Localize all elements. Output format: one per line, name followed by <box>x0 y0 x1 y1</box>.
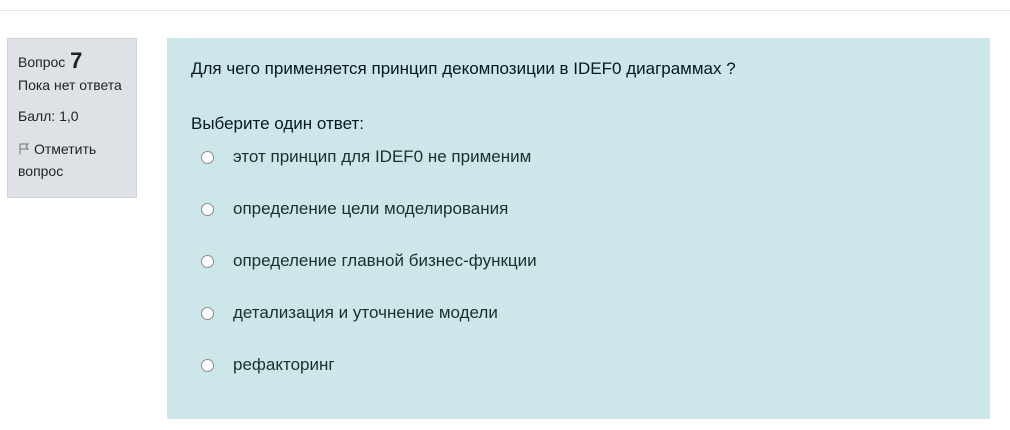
answer-label[interactable]: детализация и уточнение модели <box>233 302 498 324</box>
answer-label[interactable]: определение главной бизнес-функции <box>233 250 537 272</box>
answer-option[interactable]: определение цели моделирования <box>201 196 537 222</box>
answer-label[interactable]: рефакторинг <box>233 354 335 376</box>
question-content: Для чего применяется принцип декомпозици… <box>167 38 990 419</box>
quiz-page: Вопрос 7 Пока нет ответа Балл: 1,0 Отмет… <box>0 0 1010 430</box>
answer-radio[interactable] <box>201 254 214 268</box>
answer-list: этот принцип для IDEF0 не применим опред… <box>201 144 537 404</box>
answer-label[interactable]: определение цели моделирования <box>233 198 508 220</box>
question-label: Вопрос <box>18 54 66 70</box>
answer-option[interactable]: определение главной бизнес-функции <box>201 248 537 274</box>
flag-icon <box>19 143 30 155</box>
answer-radio[interactable] <box>201 202 214 216</box>
answer-prompt: Выберите один ответ: <box>191 114 364 133</box>
answer-option[interactable]: рефакторинг <box>201 352 537 378</box>
answer-label[interactable]: этот принцип для IDEF0 не применим <box>233 146 531 168</box>
answer-radio[interactable] <box>201 306 214 320</box>
question-number: 7 <box>70 48 83 73</box>
question-grade: Балл: 1,0 <box>18 108 79 124</box>
flag-question-link[interactable]: Отметить вопрос <box>18 138 126 182</box>
question-text: Для чего применяется принцип декомпозици… <box>191 59 736 78</box>
answer-option[interactable]: детализация и уточнение модели <box>201 300 537 326</box>
question-info-panel: Вопрос 7 Пока нет ответа Балл: 1,0 Отмет… <box>7 38 137 198</box>
answer-radio[interactable] <box>201 150 214 164</box>
question-number-heading: Вопрос 7 <box>18 47 126 76</box>
answer-radio[interactable] <box>201 358 214 372</box>
answer-option[interactable]: этот принцип для IDEF0 не применим <box>201 144 537 170</box>
header-divider <box>0 10 1010 11</box>
question-state: Пока нет ответа <box>18 77 122 93</box>
